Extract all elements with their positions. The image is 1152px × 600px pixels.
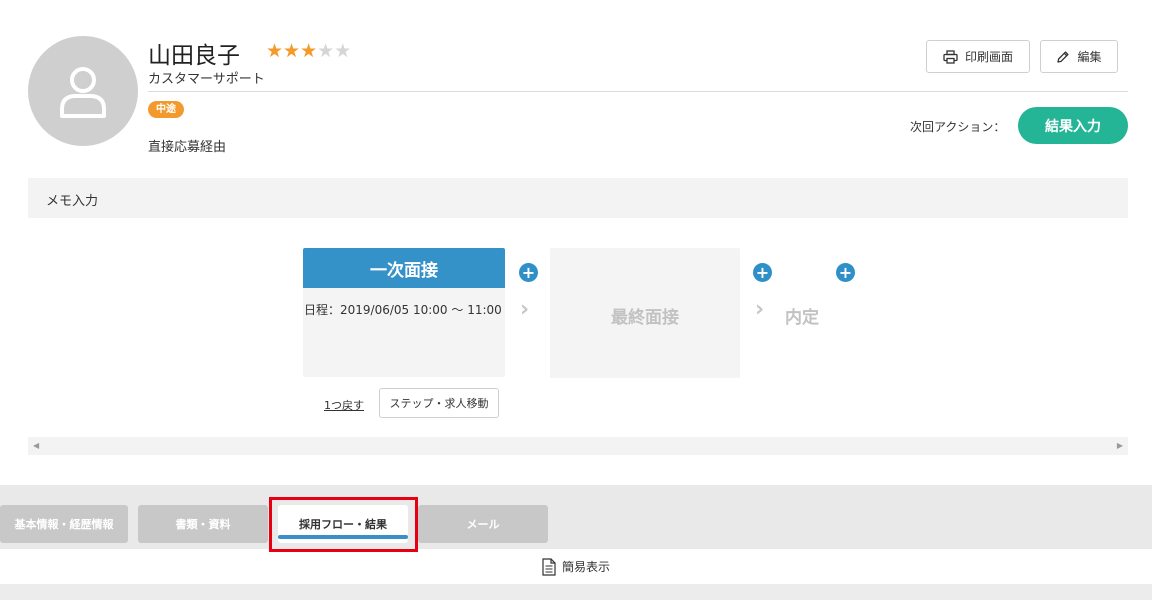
candidate-department: カスタマーサポート — [148, 72, 265, 87]
star-filled-icon[interactable]: ★ — [300, 40, 317, 62]
tab-mail[interactable]: メール — [418, 505, 548, 543]
print-button-label: 印刷画面 — [964, 50, 1013, 64]
user-icon — [60, 67, 106, 118]
memo-input[interactable]: メモ入力 — [28, 178, 1128, 218]
chevron-right-icon: › — [520, 297, 530, 322]
add-step-plus-icon[interactable]: + — [836, 263, 855, 282]
edit-button-label: 編集 — [1077, 50, 1102, 64]
star-filled-icon[interactable]: ★ — [266, 40, 283, 62]
chevron-right-icon: › — [755, 297, 765, 322]
flow-step-current[interactable]: 一次面接 日程：2019/06/05 10:00 〜 11:00 — [303, 248, 505, 377]
step-move-button[interactable]: ステップ・求人移動 — [379, 388, 499, 418]
add-step-plus-icon[interactable]: + — [519, 263, 538, 282]
flow-step-next[interactable]: 最終面接 — [550, 248, 740, 378]
scroll-right-arrow-icon[interactable]: ▶ — [1117, 441, 1123, 450]
simple-view-label: 簡易表示 — [561, 560, 610, 574]
flow-step-final-title[interactable]: 内定 — [785, 303, 819, 328]
step-back-link[interactable]: 1つ戻す — [324, 397, 364, 413]
flow-step-schedule: 日程：2019/06/05 10:00 〜 11:00 — [304, 303, 502, 317]
hire-type-badge: 中途 — [148, 101, 184, 118]
star-filled-icon[interactable]: ★ — [283, 40, 300, 62]
scroll-left-arrow-icon[interactable]: ◀ — [33, 441, 39, 450]
tab-basic-info[interactable]: 基本情報・経歴情報 — [0, 505, 128, 543]
candidate-avatar — [28, 36, 138, 146]
star-empty-icon[interactable]: ★ — [334, 40, 351, 62]
next-action-label: 次回アクション： — [910, 120, 1006, 134]
header-divider — [148, 91, 1128, 92]
application-source: 直接応募経由 — [148, 140, 227, 155]
add-step-plus-icon[interactable]: + — [753, 263, 772, 282]
document-icon — [542, 557, 556, 576]
rating-stars[interactable]: ★★★★★ — [266, 42, 351, 61]
horizontal-scrollbar[interactable]: ◀ ▶ — [28, 437, 1128, 455]
candidate-name: 山田良子 — [148, 43, 240, 69]
flow-step-current-title: 一次面接 — [303, 248, 505, 288]
result-input-button[interactable]: 結果入力 — [1018, 107, 1128, 144]
print-button[interactable]: 印刷画面 — [926, 40, 1030, 73]
simple-view-toggle[interactable]: 簡易表示 — [0, 549, 1152, 584]
pencil-icon — [1057, 50, 1070, 63]
tab-hiring-flow[interactable]: 採用フロー・結果 — [278, 505, 408, 543]
star-empty-icon[interactable]: ★ — [317, 40, 334, 62]
edit-button[interactable]: 編集 — [1040, 40, 1118, 73]
memo-input-label: メモ入力 — [46, 194, 99, 209]
printer-icon — [943, 49, 958, 64]
tab-documents[interactable]: 書類・資料 — [138, 505, 268, 543]
active-tab-indicator — [278, 535, 408, 539]
tab-bar: 基本情報・経歴情報 書類・資料 採用フロー・結果 メール — [0, 485, 1152, 549]
footer-strip — [0, 584, 1152, 600]
flow-step-next-title: 最終面接 — [611, 308, 679, 328]
tab-hiring-flow-label: 採用フロー・結果 — [299, 518, 387, 531]
